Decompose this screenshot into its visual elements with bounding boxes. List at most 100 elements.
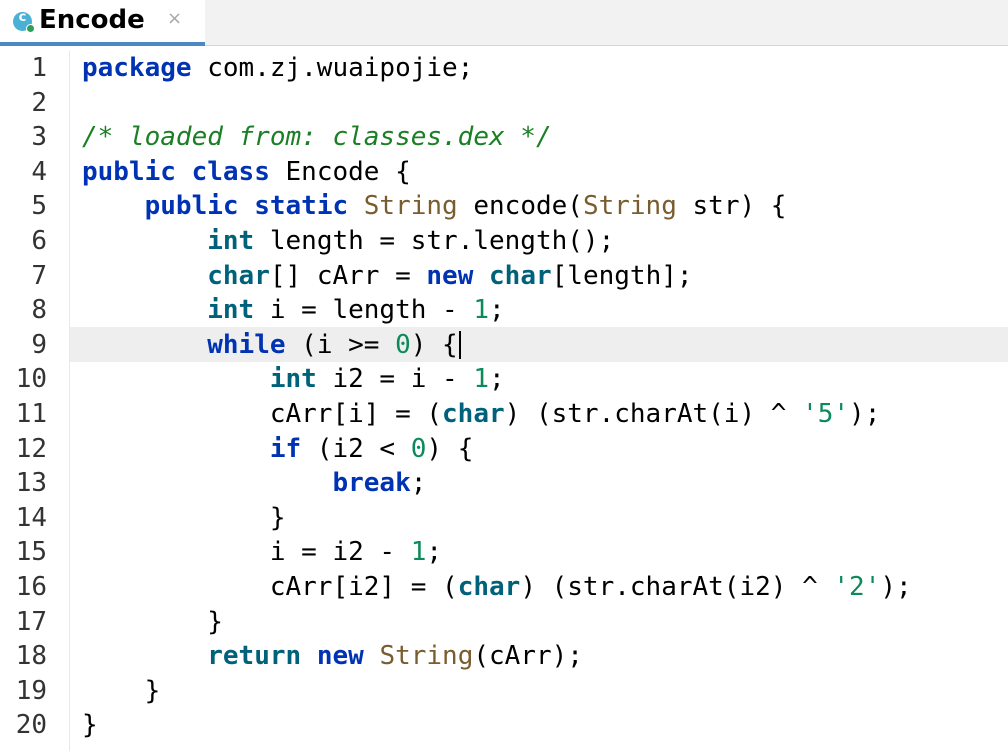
code-text: ; xyxy=(489,295,505,326)
type-name: String xyxy=(582,191,677,222)
code-line-16[interactable]: cArr[i2] = (char) (str.charAt(i2) ^ '2')… xyxy=(82,570,912,605)
type-name: String xyxy=(363,191,458,222)
number-literal: 1 xyxy=(410,537,427,568)
java-class-icon xyxy=(13,10,35,33)
code-text: length = str.length(); xyxy=(254,226,615,256)
code-text: encode( xyxy=(457,191,583,222)
code-text: } xyxy=(82,710,98,741)
code-text: com.zj.wuaipojie; xyxy=(191,53,474,83)
primitive-type: int xyxy=(207,226,255,256)
code-text: i = i2 - xyxy=(269,537,411,568)
code-line-18[interactable]: return new String(cArr); xyxy=(82,639,583,674)
number-literal: 0 xyxy=(410,433,427,464)
keyword: new xyxy=(426,260,474,291)
primitive-type: char xyxy=(207,260,270,291)
code-line-5[interactable]: public static String encode(String str) … xyxy=(82,189,787,224)
code-line-1[interactable]: package com.zj.wuaipojie; xyxy=(82,51,473,86)
line-number: 19 xyxy=(15,675,47,706)
line-number: 3 xyxy=(31,122,47,153)
code-text: Encode { xyxy=(269,156,411,187)
code-editor[interactable]: 1 2 3 4 5 6 7 8 9 10 11 12 13 14 15 16 1… xyxy=(0,51,1008,751)
code-text: (cArr); xyxy=(473,641,583,672)
line-number: 2 xyxy=(31,87,47,118)
keyword: package xyxy=(82,53,192,83)
code-line-3[interactable]: /* loaded from: classes.dex */ xyxy=(82,120,552,155)
code-line-11[interactable]: cArr[i] = (char) (str.charAt(i) ^ '5'); xyxy=(82,397,881,432)
primitive-type: int xyxy=(269,364,317,395)
code-line-13[interactable]: break; xyxy=(82,466,426,501)
keyword: break xyxy=(332,468,411,499)
keyword: return xyxy=(207,641,302,672)
close-icon[interactable]: × xyxy=(167,8,182,29)
line-number: 4 xyxy=(31,156,47,187)
tab-encode[interactable]: Encode × xyxy=(0,0,205,46)
tab-title: Encode xyxy=(39,5,145,35)
line-number: 17 xyxy=(15,606,47,637)
line-number: 6 xyxy=(31,226,47,256)
code-line-17[interactable]: } xyxy=(82,605,223,640)
keyword: if xyxy=(269,433,302,464)
code-line-8[interactable]: int i = length - 1; xyxy=(82,293,505,328)
line-number: 14 xyxy=(15,502,47,533)
code-text: } xyxy=(144,675,161,706)
primitive-type: int xyxy=(207,295,255,326)
code-text: ; xyxy=(426,537,443,568)
line-number: 10 xyxy=(15,364,47,395)
code-text: cArr[i] = ( xyxy=(269,399,443,429)
code-line-15[interactable]: i = i2 - 1; xyxy=(82,535,442,570)
keyword: new xyxy=(316,641,364,672)
code-line-4[interactable]: public class Encode { xyxy=(82,155,411,190)
number-literal: 0 xyxy=(395,329,411,360)
code-line-9[interactable]: while (i >= 0) { xyxy=(82,328,461,363)
code-line-14[interactable]: } xyxy=(82,501,286,536)
code-text: [] cArr = xyxy=(269,260,427,291)
primitive-type: char xyxy=(489,260,552,291)
line-number: 8 xyxy=(31,295,47,326)
code-text: (i >= xyxy=(285,329,396,360)
number-literal: 1 xyxy=(473,364,490,395)
code-line-20[interactable]: } xyxy=(82,708,98,743)
char-literal: '2' xyxy=(833,572,881,602)
editor-tab-bar: Encode × xyxy=(0,0,1008,46)
code-text: } xyxy=(269,502,286,533)
code-text: ; xyxy=(410,468,427,499)
code-text: ); xyxy=(880,572,912,602)
code-text: i2 = i - xyxy=(316,364,474,395)
code-text: cArr[i2] = ( xyxy=(269,572,458,602)
code-line-7[interactable]: char[] cArr = new char[length]; xyxy=(82,259,693,294)
code-text: ) { xyxy=(410,329,458,360)
code-line-12[interactable]: if (i2 < 0) { xyxy=(82,432,474,467)
comment: /* loaded from: classes.dex */ xyxy=(82,122,552,153)
keyword: while xyxy=(207,329,286,360)
line-number: 18 xyxy=(15,641,47,672)
line-number: 12 xyxy=(15,433,47,464)
code-line-6[interactable]: int length = str.length(); xyxy=(82,224,614,259)
code-text: ) (str.charAt(i2) ^ xyxy=(520,572,834,602)
type-name: String xyxy=(379,641,474,672)
text-caret xyxy=(458,331,461,360)
line-number: 20 xyxy=(15,710,47,741)
code-line-19[interactable]: } xyxy=(82,674,161,709)
line-number: 1 xyxy=(31,53,47,83)
code-text: ) (str.charAt(i) ^ xyxy=(504,399,803,429)
line-number: 15 xyxy=(15,537,47,568)
code-text: (i2 < xyxy=(301,433,411,464)
number-literal: 1 xyxy=(473,295,490,326)
code-text: } xyxy=(207,606,223,637)
keyword: public xyxy=(144,191,239,222)
code-text: str) { xyxy=(676,191,787,222)
primitive-type: char xyxy=(457,572,521,602)
line-number: 16 xyxy=(15,572,47,602)
line-number-gutter: 1 2 3 4 5 6 7 8 9 10 11 12 13 14 15 16 1… xyxy=(0,51,70,751)
code-text: [length]; xyxy=(551,260,693,291)
line-number: 7 xyxy=(31,260,47,291)
keyword: static xyxy=(254,191,349,222)
code-text: ); xyxy=(849,399,881,429)
code-line-10[interactable]: int i2 = i - 1; xyxy=(82,362,505,397)
lock-badge-icon xyxy=(26,24,35,33)
line-number: 5 xyxy=(31,191,47,222)
code-text: ; xyxy=(489,364,505,395)
line-number: 11 xyxy=(15,399,47,429)
line-number: 9 xyxy=(31,329,47,360)
code-text: i = length - xyxy=(254,295,474,326)
